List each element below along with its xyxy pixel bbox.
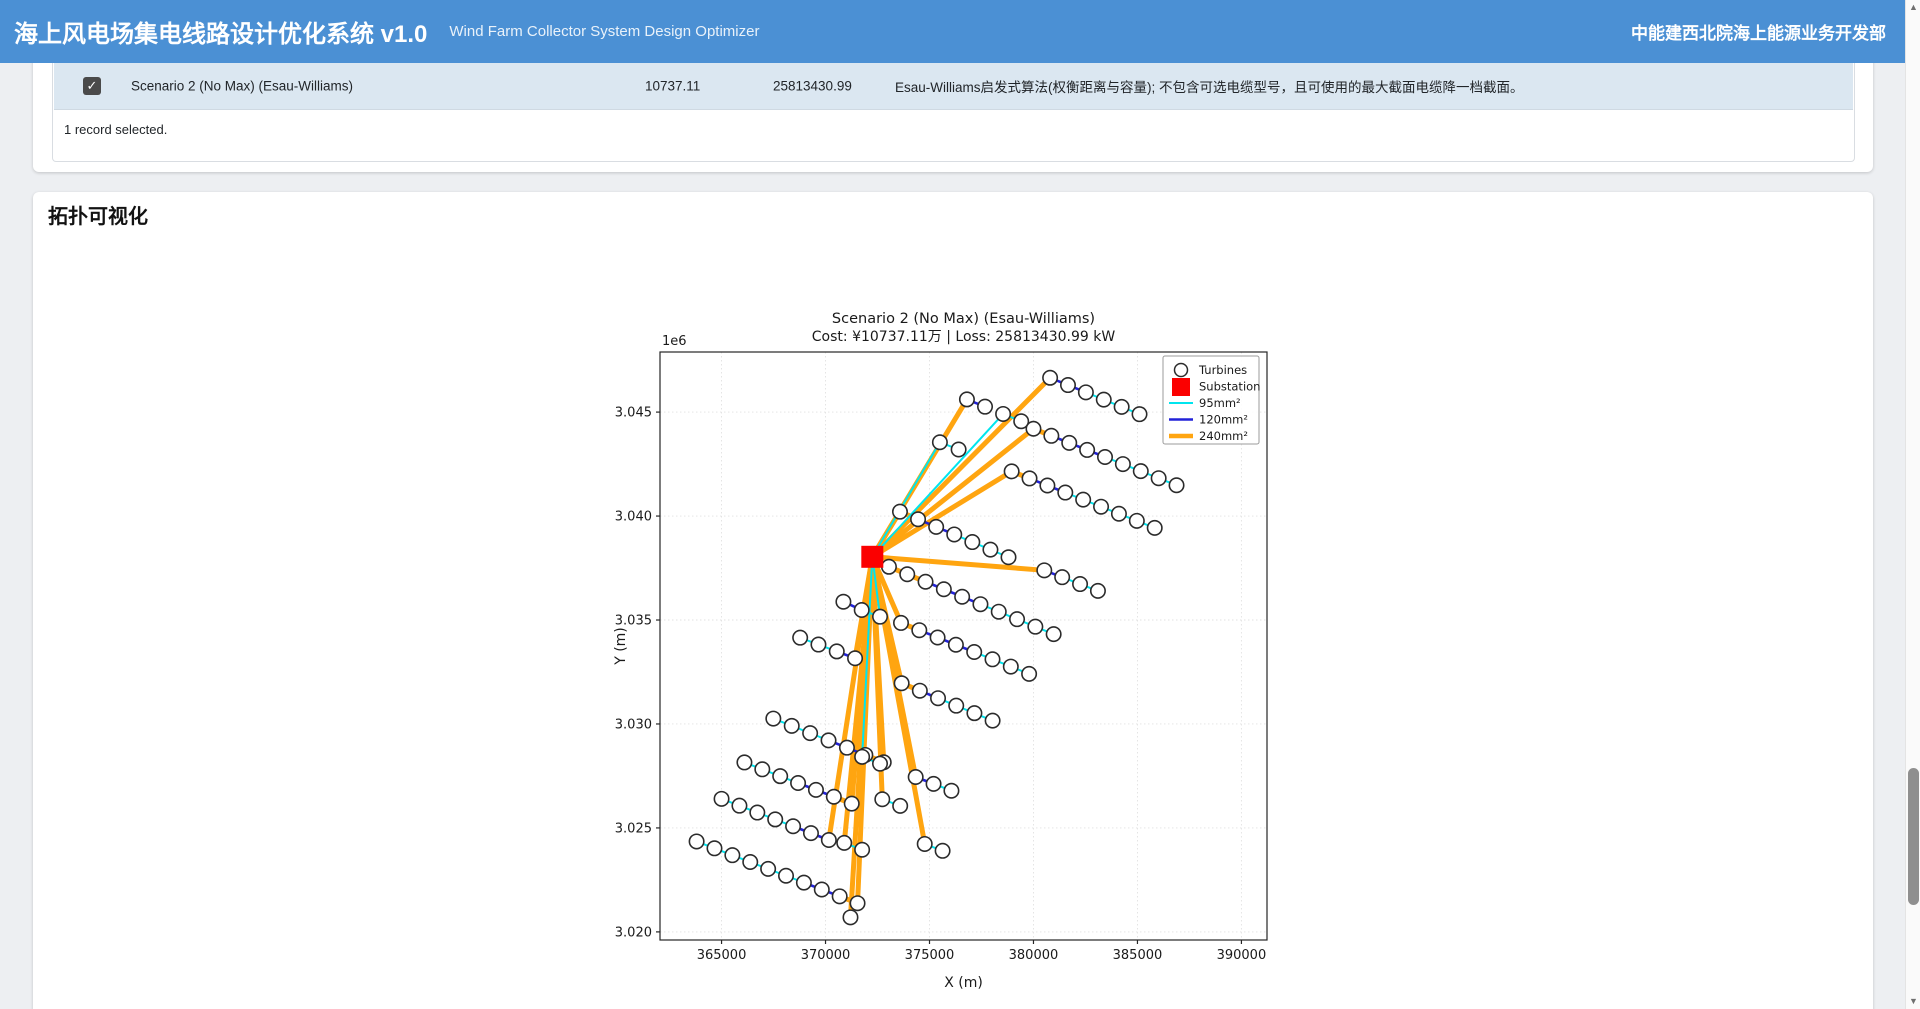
table-row[interactable]: ✓ Scenario 2 (No Max) (Esau-Williams) 10… <box>54 63 1853 110</box>
scenario-description-cell: Esau-Williams启发式算法(权衡距离与容量); 不包含可选电缆型号，且… <box>895 76 1524 96</box>
app-header: 海上风电场集电线路设计优化系统 v1.0 Wind Farm Collector… <box>0 0 1920 63</box>
app-subtitle: Wind Farm Collector System Design Optimi… <box>449 23 759 40</box>
svg-text:380000: 380000 <box>1009 948 1059 963</box>
topology-chart-image: 365000 370000 375000 380000 385000 390000 3.02… <box>530 295 1330 1000</box>
selection-status-text: 1 record selected. <box>64 122 167 137</box>
svg-text:X (m): X (m) <box>944 975 983 991</box>
app-title: 海上风电场集电线路设计优化系统 v1.0 <box>14 14 427 49</box>
svg-text:3.020: 3.020 <box>615 925 652 940</box>
scrollbar-thumb[interactable] <box>1908 768 1919 905</box>
svg-text:Cost: ¥10737.11万 | Loss: 25813: Cost: ¥10737.11万 | Loss: 25813430.99 kW <box>812 329 1116 345</box>
scroll-up-icon[interactable]: ▲ <box>1906 0 1920 15</box>
svg-text:120mm²: 120mm² <box>1199 413 1248 427</box>
vertical-scrollbar[interactable]: ▲ ▼ <box>1905 0 1920 1009</box>
svg-text:3.045: 3.045 <box>615 406 652 421</box>
svg-text:3.030: 3.030 <box>615 717 652 732</box>
page-root: ✓ Scenario 2 (No Max) (Esau-Williams) 10… <box>0 0 1920 1009</box>
row-checkbox-checked-icon[interactable]: ✓ <box>83 77 101 95</box>
svg-text:3.035: 3.035 <box>615 614 652 629</box>
svg-text:370000: 370000 <box>801 948 851 963</box>
scenario-cost-cell: 10737.11 <box>645 79 700 94</box>
scenario-loss-cell: 25813430.99 <box>773 79 852 94</box>
svg-text:Scenario 2 (No Max) (Esau-Will: Scenario 2 (No Max) (Esau-Williams) <box>832 311 1095 327</box>
scroll-down-icon[interactable]: ▼ <box>1906 994 1920 1009</box>
svg-text:Turbines: Turbines <box>1198 363 1247 377</box>
svg-text:390000: 390000 <box>1217 948 1267 963</box>
section-title: 拓扑可视化 <box>48 200 148 229</box>
svg-text:95mm²: 95mm² <box>1199 396 1241 410</box>
svg-text:1e6: 1e6 <box>662 334 687 349</box>
svg-text:3.025: 3.025 <box>615 821 652 836</box>
svg-text:Substation: Substation <box>1199 380 1260 394</box>
svg-text:3.040: 3.040 <box>615 510 652 525</box>
svg-text:240mm²: 240mm² <box>1199 429 1248 443</box>
svg-text:365000: 365000 <box>697 948 747 963</box>
scenario-name-cell: Scenario 2 (No Max) (Esau-Williams) <box>131 79 353 94</box>
svg-text:Y (m): Y (m) <box>613 627 629 666</box>
app-org-label: 中能建西北院海上能源业务开发部 <box>1631 19 1886 44</box>
svg-text:385000: 385000 <box>1113 948 1163 963</box>
topology-card: 拓扑可视化 365000 370000 375000 380000 385000 3900… <box>33 192 1873 1009</box>
svg-text:375000: 375000 <box>905 948 955 963</box>
